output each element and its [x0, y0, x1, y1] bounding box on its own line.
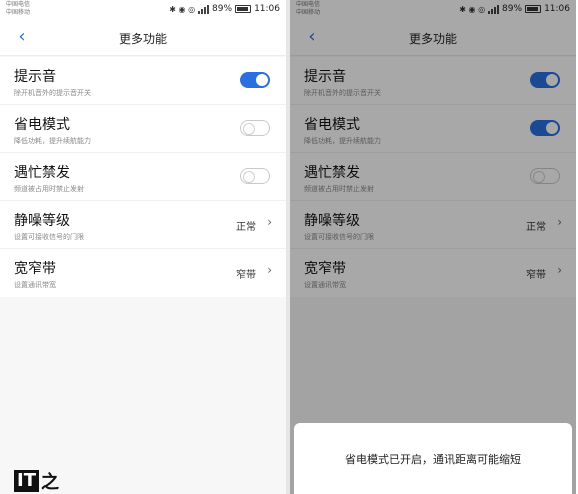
carrier-line-2: 中国移动 [6, 9, 31, 16]
toast-dialog: 省电模式已开启，通讯距离可能缩短 [294, 423, 572, 494]
settings-list: 提示音 除开机音外的提示音开关 省电模式 降低功耗，提升续航能力 遇忙禁发 频道… [0, 57, 286, 297]
beep-toggle[interactable] [240, 72, 270, 88]
status-bar: 中国电信 中国移动 ✱ ◉ ◎ 89% 11:06 [0, 0, 286, 20]
setting-row-power-save[interactable]: 省电模式 降低功耗，提升续航能力 [0, 105, 286, 153]
battery-icon [235, 5, 252, 13]
setting-subtitle: 设置可接收信号的门限 [14, 233, 84, 241]
setting-row-bandwidth[interactable]: 宽窄带 设置通讯带宽 窄带 › [0, 249, 286, 297]
power-save-toggle[interactable] [240, 120, 270, 136]
dialog-message: 省电模式已开启，通讯距离可能缩短 [345, 453, 521, 466]
status-icons: ✱ ◉ ◎ 89% 11:06 [169, 4, 280, 14]
logo-char: 之 [40, 472, 59, 493]
battery-percent: 89% [212, 4, 233, 14]
clock: 11:06 [254, 4, 280, 14]
setting-subtitle: 设置通讯带宽 [14, 281, 56, 289]
squelch-value: 正常 [236, 222, 256, 233]
chevron-right-icon: › [267, 263, 272, 277]
setting-title: 静噪等级 [14, 213, 70, 229]
bluetooth-alarm-wifi-icons: ✱ ◉ ◎ [169, 4, 196, 14]
setting-title: 提示音 [14, 69, 56, 85]
setting-title: 省电模式 [14, 117, 70, 133]
setting-title: 宽窄带 [14, 261, 56, 277]
setting-row-beep[interactable]: 提示音 除开机音外的提示音开关 [0, 57, 286, 105]
busy-lockout-toggle[interactable] [240, 168, 270, 184]
title-bar: ‹ 更多功能 [0, 20, 286, 56]
setting-row-busy-lockout[interactable]: 遇忙禁发 频道被占用时禁止发射 [0, 153, 286, 201]
setting-title: 遇忙禁发 [14, 165, 70, 181]
phone-screen-left: 中国电信 中国移动 ✱ ◉ ◎ 89% 11:06 ‹ 更多功能 提示音 除开机… [0, 0, 286, 494]
setting-subtitle: 除开机音外的提示音开关 [14, 89, 91, 97]
setting-subtitle: 频道被占用时禁止发射 [14, 185, 84, 193]
setting-subtitle: 降低功耗，提升续航能力 [14, 137, 91, 145]
bandwidth-value: 窄带 [236, 270, 256, 281]
carrier-info: 中国电信 中国移动 [6, 1, 30, 17]
logo-mark: IT [14, 470, 39, 492]
phone-screen-right: 中国电信 中国移动 ✱ ◉ ◎ 89% 11:06 ‹ 更多功能 提示音 除开机… [290, 0, 576, 494]
carrier-line-1: 中国电信 [6, 1, 31, 8]
ithome-logo: IT 之 [14, 468, 59, 494]
page-title: 更多功能 [118, 32, 167, 46]
dim-overlay[interactable] [290, 0, 576, 494]
chevron-right-icon: › [267, 215, 272, 229]
signal-icon [198, 4, 210, 14]
setting-row-squelch[interactable]: 静噪等级 设置可接收信号的门限 正常 › [0, 201, 286, 249]
